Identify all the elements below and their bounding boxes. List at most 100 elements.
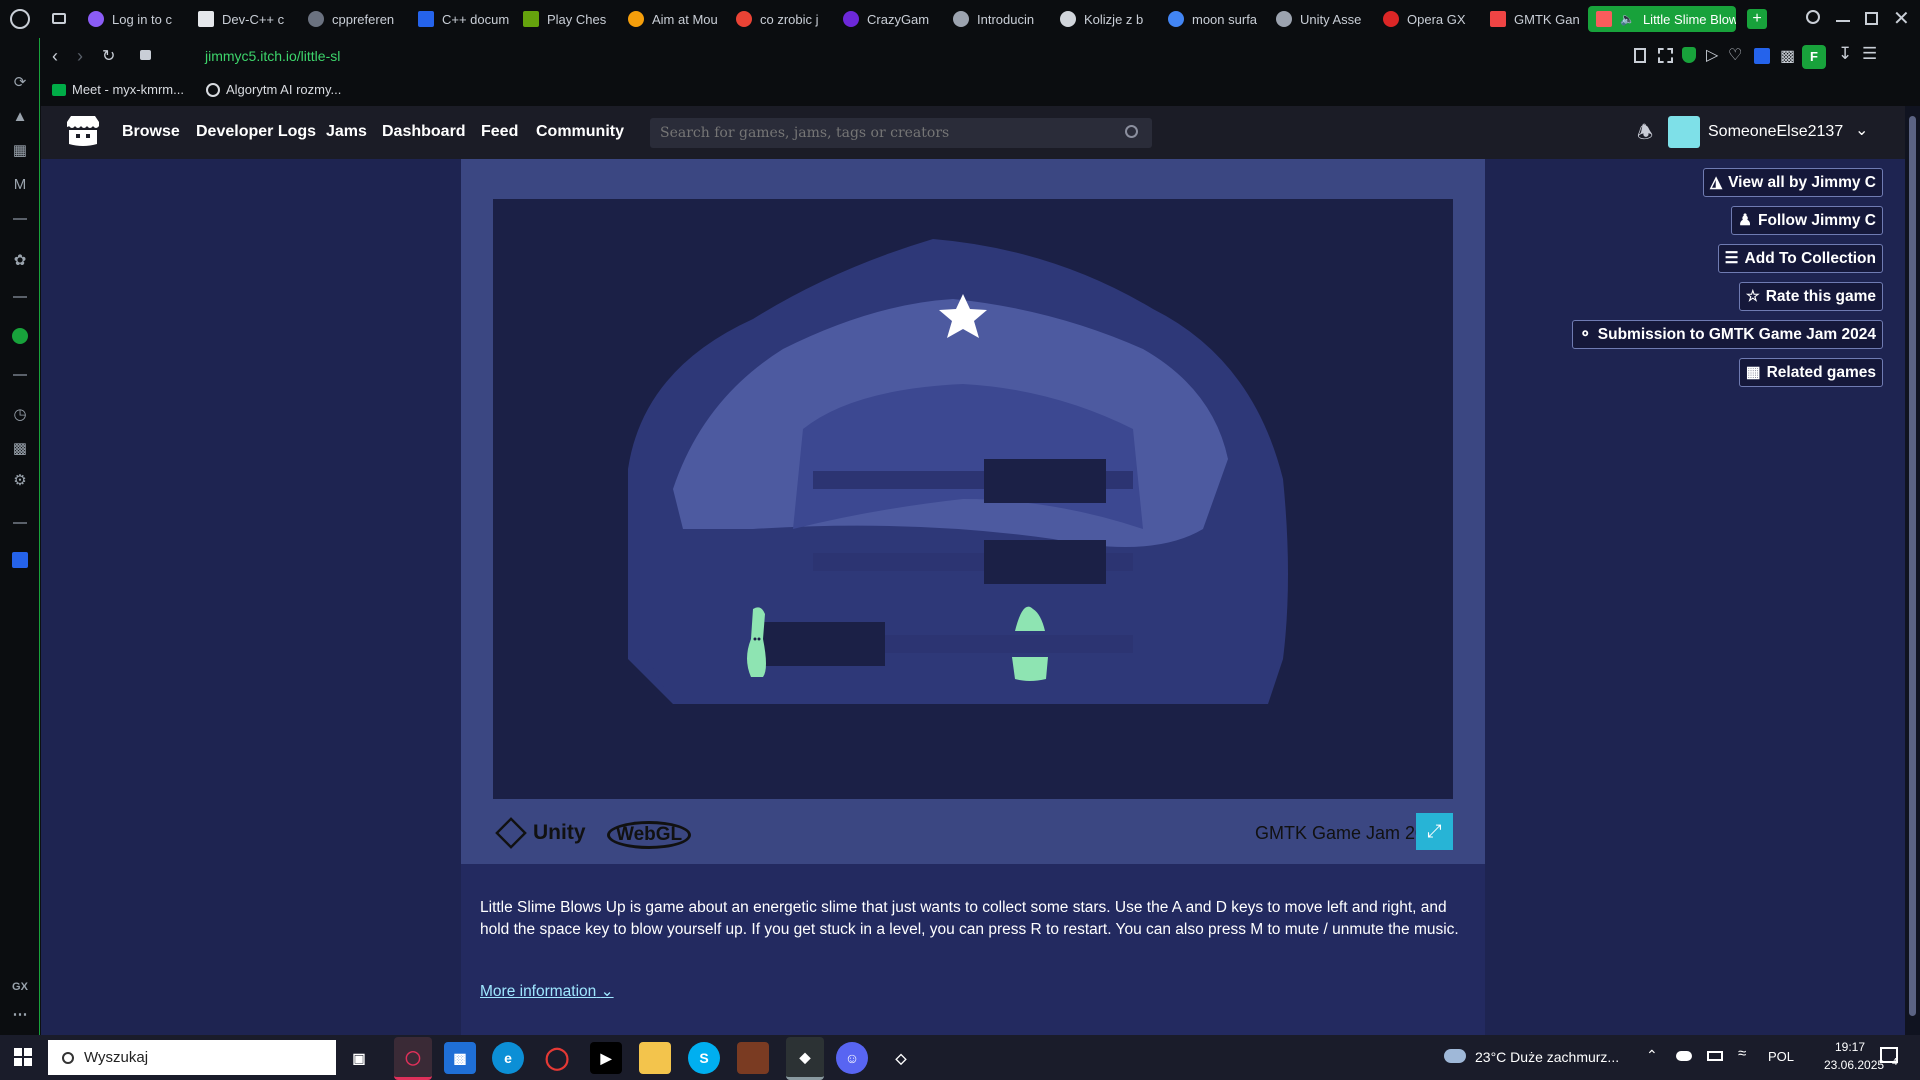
extensions-side-icon[interactable]: ▩ bbox=[11, 440, 29, 458]
translate-icon[interactable] bbox=[1754, 48, 1770, 64]
play-icon[interactable]: ▷ bbox=[1706, 45, 1718, 65]
more-information-link[interactable]: More information ⌄ bbox=[480, 981, 614, 1003]
battery-icon[interactable] bbox=[1707, 1051, 1723, 1061]
reload-icon[interactable]: ↻ bbox=[102, 46, 115, 66]
cloud-icon[interactable] bbox=[1676, 1051, 1692, 1061]
related-games-button[interactable]: ▦ Related games bbox=[1738, 358, 1883, 387]
easy-setup-icon[interactable]: ☰ bbox=[1862, 44, 1877, 64]
avatar[interactable] bbox=[1668, 116, 1700, 148]
translate-side-icon[interactable] bbox=[12, 552, 28, 568]
history-icon[interactable]: ◷ bbox=[11, 406, 29, 424]
game-taskbar-icon[interactable] bbox=[737, 1042, 769, 1074]
weather-icon[interactable] bbox=[1444, 1049, 1466, 1063]
tab-item[interactable]: Kolizje z b bbox=[1052, 6, 1152, 32]
close-icon[interactable]: ✕ bbox=[1893, 6, 1910, 31]
unity-hub-taskbar-icon[interactable]: ◇ bbox=[885, 1042, 917, 1074]
profile-avatar[interactable]: F bbox=[1802, 45, 1826, 69]
chevron-down-icon[interactable]: ⌄ bbox=[1855, 120, 1868, 140]
bookmark-meet[interactable]: Meet - myx-kmrm... bbox=[52, 82, 184, 97]
heart-icon[interactable]: ♡ bbox=[1728, 45, 1742, 65]
wifi-icon[interactable]: ≈ bbox=[1738, 1045, 1746, 1062]
new-tab-button[interactable]: + bbox=[1747, 9, 1767, 29]
terminal-taskbar-icon[interactable]: ▶ bbox=[590, 1042, 622, 1074]
opera-gx-taskbar-icon[interactable]: ◯ bbox=[394, 1037, 432, 1080]
tab-item[interactable]: co zrobic j bbox=[728, 6, 828, 32]
chatgpt-icon[interactable]: ✿ bbox=[11, 252, 29, 270]
game-canvas[interactable] bbox=[493, 199, 1453, 799]
tab-item[interactable]: moon surfa bbox=[1160, 6, 1260, 32]
language-indicator[interactable]: POL bbox=[1768, 1049, 1794, 1064]
maximize-icon[interactable] bbox=[1865, 12, 1878, 25]
tab-item[interactable]: cppreferen bbox=[300, 6, 400, 32]
clock-date[interactable]: 23.06.2025 bbox=[1824, 1058, 1884, 1072]
search-input[interactable] bbox=[650, 118, 1090, 148]
download-icon[interactable]: ↧ bbox=[1838, 44, 1852, 64]
url-field[interactable]: jimmyc5.itch.io/little-sl bbox=[205, 48, 340, 64]
settings-icon[interactable]: ⚙ bbox=[11, 472, 29, 490]
jam-submission-button[interactable]: ⚬ Submission to GMTK Game Jam 2024 bbox=[1571, 320, 1883, 349]
nav-dashboard[interactable]: Dashboard bbox=[382, 123, 466, 141]
fullscreen-button[interactable]: ⤢ bbox=[1416, 813, 1453, 850]
tab-item[interactable]: Play Ches bbox=[515, 6, 615, 32]
opera-taskbar-icon[interactable]: ◯ bbox=[541, 1042, 573, 1074]
extensions-icon[interactable]: ▩ bbox=[1780, 46, 1795, 66]
username[interactable]: SomeoneElse2137 bbox=[1708, 123, 1843, 141]
nav-feed[interactable]: Feed bbox=[481, 123, 518, 141]
tab-item[interactable]: Opera GX bbox=[1375, 6, 1475, 32]
page-scrollbar[interactable] bbox=[1905, 106, 1920, 1035]
follow-button[interactable]: ♟ Follow Jimmy C bbox=[1731, 206, 1883, 235]
unity-taskbar-icon[interactable]: ◆ bbox=[786, 1037, 824, 1080]
add-to-collection-button[interactable]: ☰ Add To Collection bbox=[1717, 244, 1883, 273]
discord-taskbar-icon[interactable]: ☺ bbox=[836, 1042, 868, 1074]
skype-taskbar-icon[interactable]: S bbox=[688, 1042, 720, 1074]
tab-item[interactable]: Unity Asse bbox=[1268, 6, 1368, 32]
edge-taskbar-icon[interactable]: e bbox=[492, 1042, 524, 1074]
vpn-shield-icon[interactable] bbox=[1682, 47, 1696, 63]
explorer-taskbar-icon[interactable] bbox=[639, 1042, 671, 1074]
task-view-icon[interactable]: ▣ bbox=[343, 1042, 375, 1074]
back-icon[interactable]: ‹ bbox=[52, 46, 58, 67]
messenger-icon[interactable]: M bbox=[11, 176, 29, 194]
tab-item[interactable]: GMTK Gan bbox=[1482, 6, 1582, 32]
gx-store-icon[interactable]: ▲ bbox=[11, 108, 29, 126]
tab-item[interactable]: CrazyGam bbox=[835, 6, 935, 32]
spotify-icon[interactable] bbox=[12, 328, 28, 344]
tab-favicon-icon bbox=[1596, 11, 1612, 27]
tab-item[interactable]: Dev-C++ c bbox=[190, 6, 290, 32]
bookmark-icon[interactable] bbox=[1634, 48, 1646, 63]
forward-icon[interactable]: › bbox=[77, 46, 83, 67]
lock-icon[interactable] bbox=[140, 50, 151, 60]
view-all-button[interactable]: ◮ View all by Jimmy C bbox=[1703, 168, 1883, 197]
nav-jams[interactable]: Jams bbox=[326, 123, 367, 141]
itch-logo-icon[interactable] bbox=[63, 114, 103, 150]
opera-gx-logo-icon[interactable] bbox=[10, 9, 30, 29]
tab-item[interactable]: C++ docum bbox=[410, 6, 510, 32]
minimize-icon[interactable] bbox=[1836, 20, 1850, 22]
weather-text[interactable]: 23°C Duże zachmurz... bbox=[1475, 1049, 1619, 1065]
tab-menu-icon[interactable] bbox=[52, 13, 66, 24]
bell-icon[interactable]: 🕭 bbox=[1637, 120, 1653, 150]
more-icon[interactable]: ⋯ bbox=[11, 1006, 29, 1024]
windows-search-box[interactable]: Wyszukaj bbox=[48, 1040, 336, 1075]
tab-item[interactable]: Introducin bbox=[945, 6, 1045, 32]
nav-developer-logs[interactable]: Developer Logs bbox=[196, 123, 316, 141]
bookmark-algorytm[interactable]: Algorytm AI rozmy... bbox=[206, 82, 341, 97]
gx-corner-icon[interactable]: ▦ bbox=[11, 142, 29, 160]
nav-browse[interactable]: Browse bbox=[122, 123, 180, 141]
windows-start-icon[interactable] bbox=[14, 1048, 32, 1066]
gx-control-icon[interactable]: ⟳ bbox=[11, 74, 29, 92]
search-tabs-icon[interactable] bbox=[1806, 10, 1820, 24]
chevron-up-icon[interactable]: ⌃ bbox=[1646, 1047, 1658, 1064]
game-scene bbox=[628, 239, 1288, 704]
nav-community[interactable]: Community bbox=[536, 123, 624, 141]
speaker-icon[interactable]: 🔈 bbox=[1620, 12, 1635, 26]
store-taskbar-icon[interactable]: ▩ bbox=[444, 1042, 476, 1074]
scroll-thumb[interactable] bbox=[1909, 116, 1916, 1016]
clock-time[interactable]: 19:17 bbox=[1835, 1040, 1865, 1054]
snapshot-icon[interactable] bbox=[1658, 48, 1673, 63]
tab-item[interactable]: Aim at Mou bbox=[620, 6, 720, 32]
search-icon[interactable] bbox=[1125, 125, 1138, 138]
rate-game-button[interactable]: ☆ Rate this game bbox=[1738, 282, 1883, 311]
tab-item[interactable]: Log in to c bbox=[80, 6, 180, 32]
tab-item-active[interactable]: 🔈 Little Slime Blow bbox=[1588, 6, 1736, 32]
